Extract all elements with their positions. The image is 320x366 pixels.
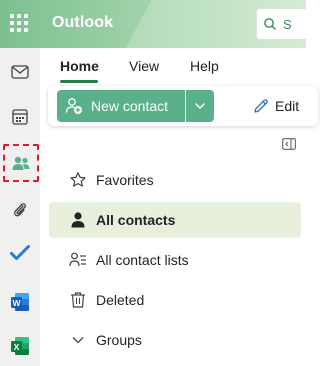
nav-item-label: Groups xyxy=(96,332,142,348)
trash-icon xyxy=(69,291,87,309)
rail-word-button[interactable]: W xyxy=(4,286,36,318)
app-title: Outlook xyxy=(52,14,114,31)
people-main-panel: Home View Help New contact Edit Favorite… xyxy=(40,48,318,366)
search-icon xyxy=(264,18,276,30)
nav-item-label: All contact lists xyxy=(96,252,189,268)
chevron-down-icon xyxy=(69,331,87,349)
nav-item-groups[interactable]: Groups xyxy=(49,322,301,358)
edit-button[interactable]: Edit xyxy=(253,90,299,122)
rail-mail-button[interactable] xyxy=(4,56,36,88)
nav-item-all-contacts[interactable]: All contacts xyxy=(49,202,301,238)
active-tab-indicator xyxy=(60,80,98,83)
tab-home[interactable]: Home xyxy=(60,58,99,74)
top-header-bar: Outlook S xyxy=(0,0,306,48)
word-icon: W xyxy=(11,293,29,311)
svg-text:X: X xyxy=(14,342,20,352)
nav-item-label: Deleted xyxy=(96,292,145,308)
star-icon xyxy=(69,171,87,189)
rail-todo-button[interactable] xyxy=(4,237,36,269)
rail-calendar-button[interactable] xyxy=(4,101,36,133)
nav-item-label: All contacts xyxy=(96,212,176,228)
app-launcher-icon[interactable] xyxy=(10,14,30,34)
paperclip-icon xyxy=(14,203,26,217)
new-contact-button[interactable]: New contact xyxy=(57,90,185,122)
nav-item-deleted[interactable]: Deleted xyxy=(49,282,301,318)
person-icon xyxy=(69,211,87,229)
svg-text:W: W xyxy=(12,298,21,308)
left-app-rail: W X xyxy=(0,48,40,366)
tab-view[interactable]: View xyxy=(129,58,159,74)
rail-files-button[interactable] xyxy=(4,194,36,226)
contact-list-icon xyxy=(69,251,87,269)
rail-excel-button[interactable]: X xyxy=(4,330,36,362)
new-contact-label: New contact xyxy=(91,98,169,114)
people-icon xyxy=(12,156,30,170)
todo-check-icon xyxy=(10,245,30,260)
ribbon-tabs: Home View Help xyxy=(40,48,306,86)
nav-item-all-contact-lists[interactable]: All contact lists xyxy=(49,242,301,278)
nav-item-favorites[interactable]: Favorites xyxy=(49,162,301,198)
add-person-icon xyxy=(65,98,82,114)
tab-help[interactable]: Help xyxy=(190,58,219,74)
chevron-down-icon xyxy=(195,103,205,109)
search-placeholder: S xyxy=(283,16,292,32)
rail-people-button[interactable] xyxy=(3,144,39,182)
command-ribbon: New contact Edit xyxy=(48,86,318,126)
edit-label: Edit xyxy=(275,98,300,114)
collapse-pane-icon[interactable] xyxy=(282,138,296,150)
pencil-icon xyxy=(254,99,268,113)
search-input[interactable]: S xyxy=(256,8,306,40)
excel-icon: X xyxy=(11,337,29,355)
new-contact-dropdown-button[interactable] xyxy=(186,90,214,122)
mail-icon xyxy=(11,65,29,79)
calendar-icon xyxy=(12,109,28,125)
nav-item-label: Favorites xyxy=(96,172,154,188)
